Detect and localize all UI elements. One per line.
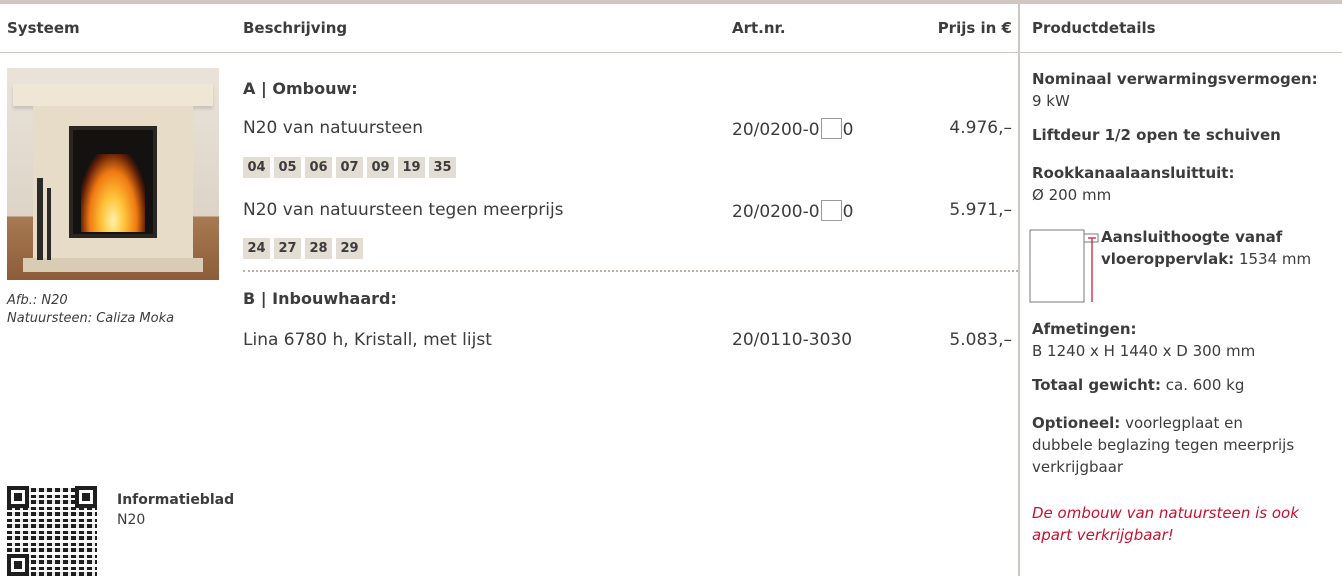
- stone-code: 35: [429, 157, 456, 178]
- detail-power: Nominaal verwarmingsvermogen: 9 kW: [1032, 68, 1318, 112]
- header-artnr: Art.nr.: [732, 19, 786, 37]
- row-description: Lina 6780 h, Kristall, met lijst: [243, 330, 492, 350]
- detail-label: Liftdeur 1/2 open te schuiven: [1032, 126, 1281, 144]
- column-divider: [1018, 0, 1020, 576]
- detail-label: Rookkanaalaansluittuit:: [1032, 164, 1235, 182]
- row-price: 5.083,–: [949, 330, 1012, 350]
- note-line: De ombouw van natuursteen is ook: [1032, 504, 1299, 522]
- detail-value: ca. 600 kg: [1165, 376, 1245, 394]
- stone-code: 27: [274, 238, 301, 259]
- detail-value: 9 kW: [1032, 92, 1070, 110]
- fire-tool: [47, 188, 51, 260]
- info-sheet-title: Informatieblad: [117, 492, 235, 508]
- detail-label: Afmetingen:: [1032, 320, 1137, 338]
- artnr-prefix: 20/0200-0: [732, 202, 820, 222]
- stone-code: 09: [367, 157, 394, 178]
- qr-finder: [7, 486, 29, 508]
- caption-line: Natuursteen: Caliza Moka: [7, 311, 175, 326]
- stone-code: 04: [243, 157, 270, 178]
- detail-label: Nominaal verwarmingsvermogen:: [1032, 70, 1318, 88]
- row-price: 5.971,–: [949, 200, 1012, 220]
- caption-line: Afb.: N20: [7, 293, 68, 308]
- detail-weight: Totaal gewicht: ca. 600 kg: [1032, 374, 1244, 396]
- artnr-prefix: 20/0200-0: [732, 120, 820, 140]
- detail-height: Aansluithoogte vanaf vloeroppervlak: 153…: [1101, 226, 1311, 270]
- detail-value: Ø 200 mm: [1032, 186, 1112, 204]
- stone-code-list: 04 05 06 07 09 19 35: [243, 157, 456, 178]
- header-systeem: Systeem: [7, 19, 80, 37]
- mantel-top: [13, 84, 213, 106]
- detail-value: 1534 mm: [1238, 250, 1312, 268]
- section-divider: [243, 270, 1018, 272]
- stone-code: 19: [398, 157, 425, 178]
- detail-door: Liftdeur 1/2 open te schuiven: [1032, 124, 1281, 146]
- header-beschrijving: Beschrijving: [243, 19, 348, 37]
- image-caption: Afb.: N20 Natuursteen: Caliza Moka: [7, 292, 174, 328]
- stone-code: 06: [305, 157, 332, 178]
- section-b-title: B | Inbouwhaard:: [243, 289, 397, 308]
- stone-code: 28: [305, 238, 332, 259]
- artnr-blank-box: [820, 200, 842, 221]
- header-prijs: Prijs in €: [937, 19, 1012, 37]
- detail-label: vloeroppervlak:: [1101, 250, 1235, 268]
- row-artnr: 20/0110-3030: [732, 330, 853, 350]
- row-description: N20 van natuursteen: [243, 118, 424, 138]
- stone-code: 24: [243, 238, 270, 259]
- artnr-suffix: 0: [842, 202, 854, 222]
- stone-code: 07: [336, 157, 363, 178]
- note-line: apart verkrijgbaar!: [1032, 526, 1174, 544]
- row-description: N20 van natuursteen tegen meerprijs: [243, 200, 564, 220]
- detail-value: B 1240 x H 1440 x D 300 mm: [1032, 342, 1256, 360]
- section-a-title: A | Ombouw:: [243, 79, 358, 98]
- mantel-base: [23, 258, 203, 272]
- qr-code[interactable]: [7, 486, 97, 576]
- detail-value: verkrijgbaar: [1032, 458, 1124, 476]
- stone-code: 29: [336, 238, 363, 259]
- stone-code: 05: [274, 157, 301, 178]
- artnr-blank-box: [820, 118, 842, 139]
- stone-code-list: 24 27 28 29: [243, 238, 363, 259]
- qr-finder: [7, 554, 29, 576]
- detail-flue: Rookkanaalaansluittuit: Ø 200 mm: [1032, 162, 1234, 206]
- row-artnr: 20/0200-0 0: [732, 200, 853, 222]
- header-rule: [0, 52, 1342, 53]
- fire-flame: [81, 154, 145, 232]
- detail-label: Aansluithoogte vanaf: [1101, 228, 1283, 246]
- header-productdetails: Productdetails: [1032, 19, 1156, 37]
- detail-label: Optioneel:: [1032, 414, 1121, 432]
- fire-tool: [37, 178, 43, 260]
- connection-height-diagram: [1029, 229, 1099, 303]
- artnr-suffix: 0: [842, 120, 854, 140]
- top-rule: [0, 0, 1342, 4]
- detail-dimensions: Afmetingen: B 1240 x H 1440 x D 300 mm: [1032, 318, 1255, 362]
- row-artnr: 20/0200-0 0: [732, 118, 853, 140]
- detail-label: Totaal gewicht:: [1032, 376, 1161, 394]
- info-sheet-model: N20: [117, 512, 146, 528]
- row-price: 4.976,–: [949, 118, 1012, 138]
- detail-optional: Optioneel: voorlegplaat en dubbele begla…: [1032, 412, 1294, 478]
- product-photo: [7, 68, 219, 280]
- detail-value: dubbele beglazing tegen meerprijs: [1032, 436, 1295, 454]
- detail-value: voorlegplaat en: [1125, 414, 1243, 432]
- detail-note: De ombouw van natuursteen is ook apart v…: [1032, 502, 1299, 546]
- qr-finder: [75, 486, 97, 508]
